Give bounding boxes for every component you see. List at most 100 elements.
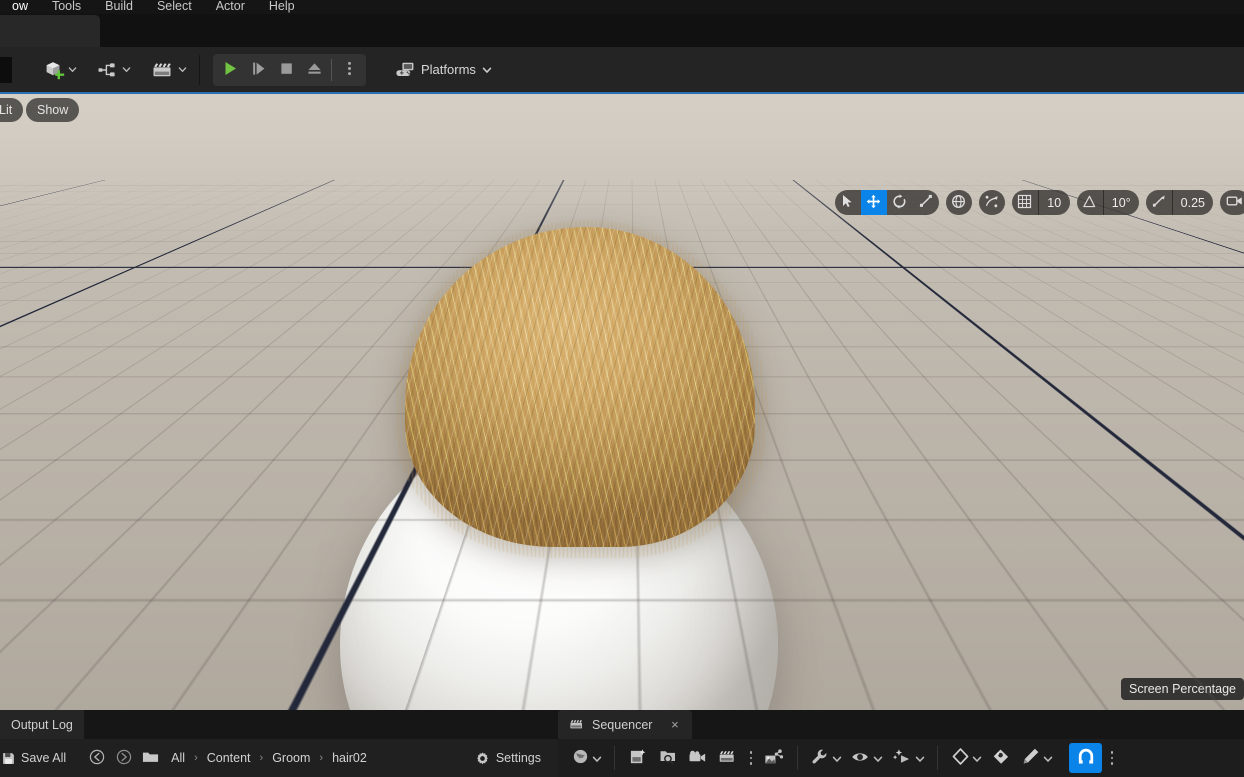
toolbar-divider [797, 746, 798, 770]
grid-snap-toggle[interactable] [1012, 190, 1038, 215]
menu-window[interactable]: ow [0, 0, 40, 14]
active-viewport-indicator [0, 92, 1244, 94]
move-tool-button[interactable] [860, 190, 887, 215]
snapping-toggle[interactable] [1069, 743, 1102, 773]
scale-snap-value[interactable]: 0.25 [1171, 190, 1213, 215]
edit-dropdown[interactable] [1016, 743, 1057, 773]
menu-select[interactable]: Select [145, 0, 204, 14]
angle-snap-toggle[interactable] [1077, 190, 1103, 215]
browse-content-button[interactable] [653, 743, 683, 773]
bottom-tab-row: Output Log Sequencer × [0, 710, 1244, 739]
scale-tool-button[interactable] [913, 190, 939, 215]
forward-arrow-icon [116, 749, 132, 768]
platforms-label: Platforms [421, 62, 476, 77]
tab-output-log[interactable]: Output Log [0, 710, 84, 739]
world-outliner-button[interactable] [759, 743, 789, 773]
level-viewport[interactable]: Lit Show 10 10° 0.25 Screen Percentage [0, 92, 1244, 710]
eject-icon [306, 60, 323, 80]
more-options-icon [749, 762, 753, 765]
world-settings-button[interactable] [566, 743, 606, 773]
wrench-icon [811, 748, 830, 769]
chevron-down-icon [915, 754, 925, 763]
menu-build[interactable]: Build [93, 0, 145, 14]
tab-sequencer[interactable]: Sequencer × [558, 710, 693, 739]
stop-icon [278, 60, 295, 80]
breadcrumb-all[interactable]: All [164, 744, 192, 772]
menu-help[interactable]: Help [257, 0, 307, 14]
stop-button[interactable] [272, 56, 300, 84]
angle-snap-icon [1082, 194, 1097, 212]
forward-button[interactable] [110, 744, 137, 772]
chevron-down-icon [68, 65, 77, 74]
chevron-down-icon [972, 754, 982, 763]
cinematics-button[interactable] [713, 743, 743, 773]
grid-snap-value[interactable]: 10 [1037, 190, 1070, 215]
chevron-down-icon [482, 65, 492, 74]
paint-bucket-icon [991, 747, 1011, 769]
paint-button[interactable] [986, 743, 1016, 773]
move-gizmo-icon [866, 194, 881, 212]
platforms-button[interactable]: Platforms [388, 54, 499, 86]
bottom-dock: Output Log Sequencer × Save All All › Co… [0, 710, 1244, 777]
more-options-icon [1110, 762, 1114, 765]
world-outliner-icon [764, 748, 784, 769]
toolbar-overflow-button[interactable] [1104, 743, 1120, 773]
surface-snap-button[interactable] [979, 190, 1005, 215]
angle-snap-value[interactable]: 10° [1102, 190, 1139, 215]
close-icon[interactable]: × [668, 717, 681, 732]
show-menu-label: Show [37, 103, 69, 117]
play-options-button[interactable] [335, 56, 363, 84]
main-toolbar: Platforms [0, 47, 1244, 92]
content-browser-toolbar: Save All All › Content › Groom › hair02 … [0, 739, 558, 777]
eye-icon [851, 750, 871, 767]
add-content-button[interactable] [38, 54, 82, 86]
back-button[interactable] [83, 744, 110, 772]
view-mode-label: Lit [0, 103, 13, 117]
visibility-dropdown[interactable] [846, 743, 887, 773]
camera-icon [688, 749, 708, 768]
step-frame-icon [250, 60, 267, 80]
chevron-down-icon [178, 65, 187, 74]
settings-button[interactable]: Settings [468, 744, 548, 772]
menu-actor[interactable]: Actor [204, 0, 257, 14]
scale-gizmo-icon [919, 194, 933, 211]
more-options-icon [749, 756, 753, 760]
camera-button[interactable] [683, 743, 713, 773]
rotate-tool-button[interactable] [887, 190, 913, 215]
add-cube-icon [43, 59, 65, 81]
cinematics-button[interactable] [146, 54, 192, 86]
play-icon [222, 60, 239, 80]
tab-strip [0, 14, 1244, 47]
tools-dropdown[interactable] [806, 743, 846, 773]
breadcrumb-groom[interactable]: Groom [265, 744, 317, 772]
new-level-button[interactable] [623, 743, 653, 773]
scale-snap-toggle[interactable] [1146, 190, 1172, 215]
blueprints-button[interactable] [92, 54, 136, 86]
effects-dropdown[interactable] [887, 743, 929, 773]
clapperboard-icon [569, 718, 585, 731]
sequencer-more-options-button[interactable] [743, 743, 759, 773]
menu-tools[interactable]: Tools [40, 0, 93, 14]
world-space-button[interactable] [946, 190, 972, 215]
viewport-gizmo-toolbar: 10 10° 0.25 [834, 190, 1244, 215]
show-menu-button[interactable]: Show [26, 98, 80, 122]
level-editor-tab[interactable] [0, 15, 100, 47]
clapperboard-icon [718, 748, 738, 768]
skip-frame-button[interactable] [244, 56, 272, 84]
groom-hair-asset[interactable] [405, 227, 755, 547]
toolbar-left-stub [0, 56, 12, 83]
unreal-editor-window: ow Tools Build Select Actor Help Platfor… [0, 0, 1244, 777]
world-globe-icon [951, 194, 966, 212]
folder-button[interactable] [137, 744, 164, 772]
camera-speed-button[interactable] [1220, 190, 1244, 215]
save-all-button[interactable]: Save All [0, 744, 73, 772]
select-tool-button[interactable] [835, 190, 861, 215]
breadcrumb-content[interactable]: Content [200, 744, 258, 772]
toolbar-divider [199, 54, 200, 85]
grid-snap-group: 10 [1011, 190, 1070, 215]
breadcrumb-hair02[interactable]: hair02 [325, 744, 374, 772]
keyframe-dropdown[interactable] [946, 743, 986, 773]
play-button[interactable] [216, 56, 244, 84]
grid-snap-icon [1017, 194, 1032, 212]
eject-button[interactable] [300, 56, 328, 84]
